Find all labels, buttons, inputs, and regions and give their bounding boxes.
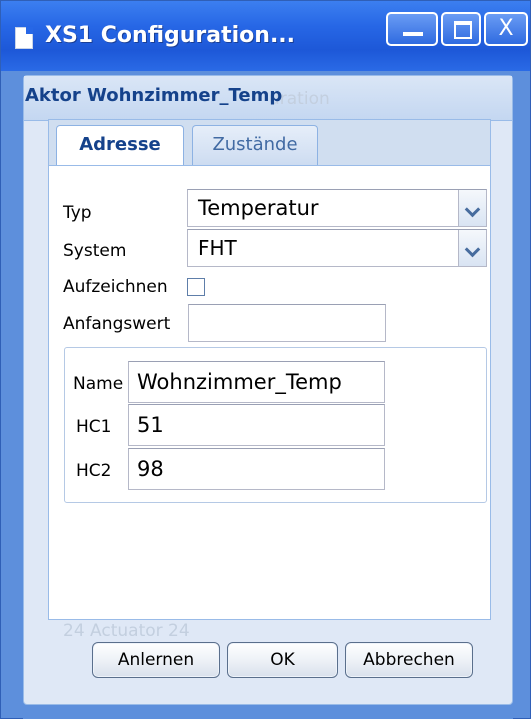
dialog-window: XS1 Configuration... X uration Aktor Woh… [0,0,531,719]
aufzeichnen-checkbox[interactable] [187,278,205,296]
hc2-label: HC2 [76,461,112,481]
chevron-down-icon[interactable] [458,230,486,266]
anfangswert-label: Anfangswert [63,314,171,334]
window-bottom-border [23,705,513,719]
tab-zustaende[interactable]: Zustände [192,125,318,165]
anfangswert-input[interactable] [188,304,386,342]
window-title: XS1 Configuration... [45,23,296,48]
hc1-input[interactable]: 51 [128,404,385,446]
close-icon: X [498,16,514,41]
hc1-label: HC1 [76,417,112,437]
panel-title: Aktor Wohnzimmer_Temp [25,85,283,106]
typ-value: Temperatur [198,196,319,220]
name-label: Name [73,374,124,394]
system-value: FHT [198,236,237,260]
chevron-down-icon[interactable] [458,190,486,226]
background-ghost-text: 24 Actuator 24 [63,621,190,641]
title-bar[interactable]: XS1 Configuration... X [1,1,530,71]
typ-combo[interactable]: Temperatur [187,189,487,227]
name-input[interactable]: Wohnzimmer_Temp [128,361,385,403]
minimize-button[interactable] [386,12,438,46]
tab-adresse[interactable]: Adresse [56,125,184,167]
system-combo[interactable]: FHT [187,229,487,267]
ok-button[interactable]: OK [227,642,338,678]
close-button[interactable]: X [484,12,528,46]
document-icon [15,27,33,49]
typ-label: Typ [63,203,92,223]
aufzeichnen-label: Aufzeichnen [63,277,168,297]
hc2-input[interactable]: 98 [128,448,385,490]
abbrechen-button[interactable]: Abbrechen [345,642,473,678]
maximize-button[interactable] [441,12,481,46]
anlernen-button[interactable]: Anlernen [92,642,220,678]
system-label: System [63,241,127,261]
